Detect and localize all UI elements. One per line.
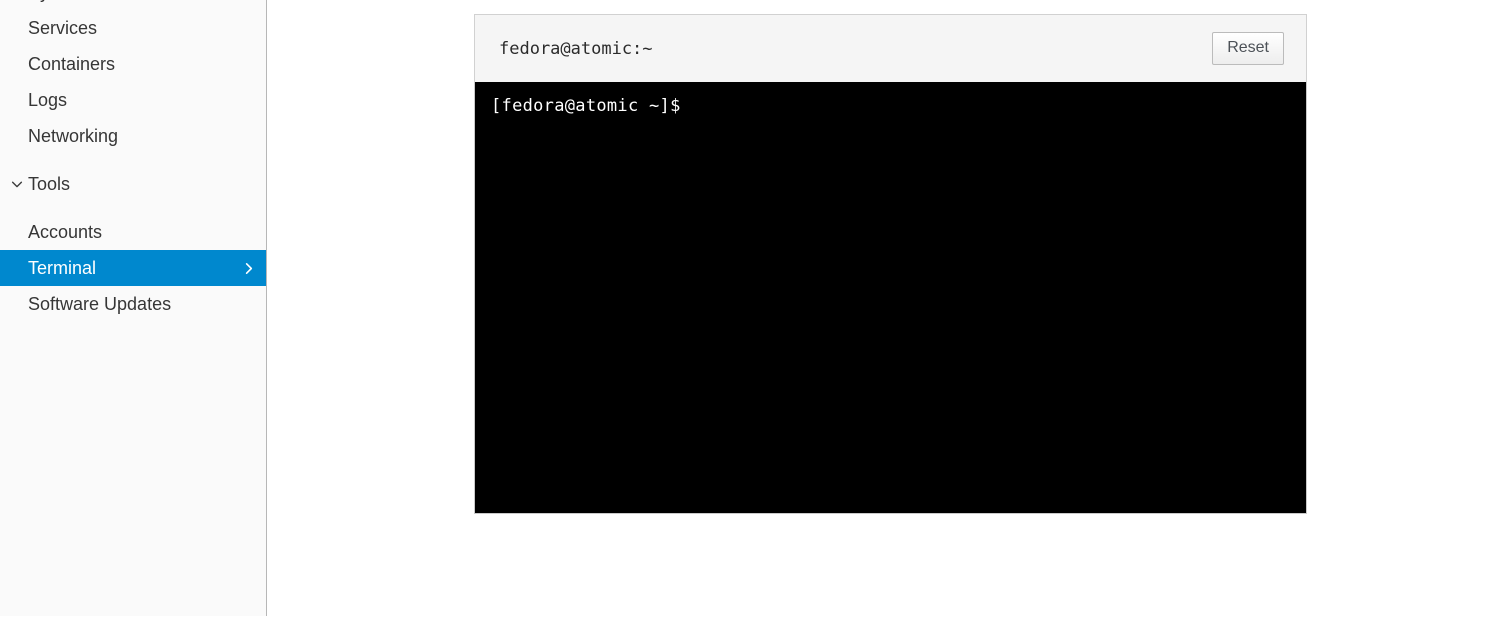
sidebar-item-list: System Services Containers Logs Networki… <box>0 0 266 322</box>
terminal-header: fedora@atomic:~ Reset <box>474 14 1307 82</box>
chevron-down-icon <box>6 177 28 191</box>
cockpit-terminal-page: System Services Containers Logs Networki… <box>0 0 1504 620</box>
sidebar-item-label: Software Updates <box>28 294 172 314</box>
sidebar-item-logs[interactable]: Logs <box>0 82 266 118</box>
sidebar-item-system[interactable]: System <box>0 0 266 10</box>
sidebar-item-label: Networking <box>28 126 119 146</box>
terminal-output-area[interactable]: [fedora@atomic ~]$ <box>474 82 1307 514</box>
sidebar-section-label: Tools <box>28 173 71 194</box>
reset-button[interactable]: Reset <box>1212 32 1284 65</box>
main-content: fedora@atomic:~ Reset [fedora@atomic ~]$ <box>267 0 1504 620</box>
chevron-right-icon <box>240 260 256 276</box>
sidebar-item-accounts[interactable]: Accounts <box>0 214 266 250</box>
terminal-title: fedora@atomic:~ <box>499 38 653 59</box>
terminal-prompt-line: [fedora@atomic ~]$ <box>491 96 681 116</box>
sidebar-item-software-updates[interactable]: Software Updates <box>0 286 266 322</box>
sidebar-item-label: Terminal <box>28 258 97 278</box>
sidebar-item-label: Containers <box>28 54 116 74</box>
sidebar-item-services[interactable]: Services <box>0 10 266 46</box>
sidebar-item-label: Logs <box>28 90 68 110</box>
sidebar-navigation: System Services Containers Logs Networki… <box>0 0 267 616</box>
sidebar-section-tools[interactable]: Tools <box>0 166 266 202</box>
sidebar-item-containers[interactable]: Containers <box>0 46 266 82</box>
terminal-panel: fedora@atomic:~ Reset [fedora@atomic ~]$ <box>474 14 1307 514</box>
sidebar-item-label: Accounts <box>28 222 103 242</box>
sidebar-item-networking[interactable]: Networking <box>0 118 266 154</box>
sidebar-item-terminal[interactable]: Terminal <box>0 250 266 286</box>
sidebar-item-label: System <box>28 0 256 10</box>
sidebar-item-label: Services <box>28 18 98 38</box>
